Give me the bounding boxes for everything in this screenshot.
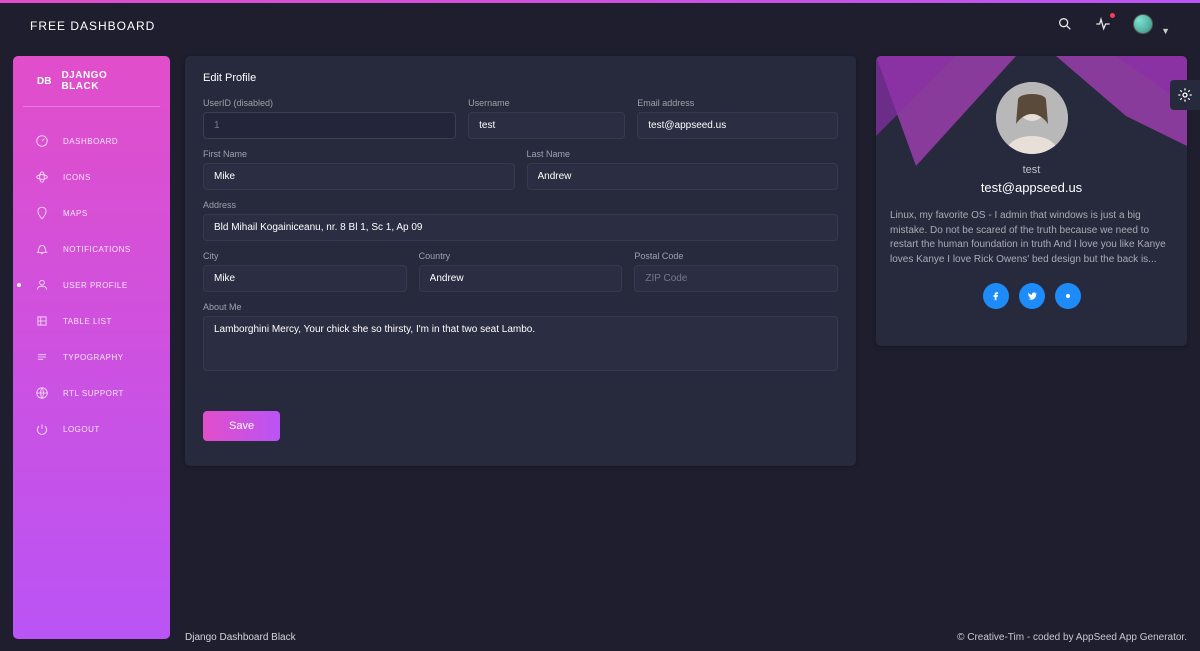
power-icon bbox=[35, 422, 49, 436]
twitter-button[interactable] bbox=[1019, 283, 1045, 309]
postal-field[interactable] bbox=[634, 265, 838, 292]
sidebar-item-label: TYPOGRAPHY bbox=[63, 353, 124, 362]
profile-card: test test@appseed.us Linux, my favorite … bbox=[876, 56, 1187, 346]
sidebar-item-label: ICONS bbox=[63, 173, 91, 182]
sidebar-brand[interactable]: DB DJANGO BLACK bbox=[23, 70, 160, 107]
profile-description: Linux, my favorite OS - I admin that win… bbox=[890, 209, 1173, 267]
sidebar-item-label: RTL SUPPORT bbox=[63, 389, 124, 398]
sidebar-item-user-profile[interactable]: USER PROFILE bbox=[13, 267, 170, 303]
footer-right: © Creative-Tim - coded by AppSeed App Ge… bbox=[957, 632, 1187, 643]
sidebar-item-icons[interactable]: ICONS bbox=[13, 159, 170, 195]
notification-dot bbox=[1110, 13, 1115, 18]
footer-left: Django Dashboard Black bbox=[185, 632, 296, 643]
sidebar-item-notifications[interactable]: NOTIFICATIONS bbox=[13, 231, 170, 267]
avatar bbox=[1133, 14, 1153, 34]
sidebar-item-label: NOTIFICATIONS bbox=[63, 245, 131, 254]
sidebar-item-dashboard[interactable]: DASHBOARD bbox=[13, 123, 170, 159]
profile-avatar bbox=[996, 82, 1068, 154]
label-country: Country bbox=[419, 251, 623, 261]
lastname-field[interactable] bbox=[527, 163, 839, 190]
userid-field bbox=[203, 112, 456, 139]
label-firstname: First Name bbox=[203, 149, 515, 159]
sidebar-item-label: TABLE LIST bbox=[63, 317, 112, 326]
label-city: City bbox=[203, 251, 407, 261]
globe-icon bbox=[35, 386, 49, 400]
sidebar-item-label: USER PROFILE bbox=[63, 281, 128, 290]
sidebar-item-label: MAPS bbox=[63, 209, 88, 218]
label-about: About Me bbox=[203, 302, 838, 312]
label-userid: UserID (disabled) bbox=[203, 98, 456, 108]
gear-icon bbox=[1177, 87, 1193, 103]
user-menu[interactable]: ▼ bbox=[1133, 14, 1170, 39]
puzzle-icon bbox=[35, 314, 49, 328]
edit-profile-card: Edit Profile UserID (disabled) Username … bbox=[185, 56, 856, 466]
chevron-down-icon: ▼ bbox=[1161, 26, 1170, 36]
profile-email: test@appseed.us bbox=[890, 180, 1173, 195]
firstname-field[interactable] bbox=[203, 163, 515, 190]
sidebar-item-logout[interactable]: LOGOUT bbox=[13, 411, 170, 447]
label-email: Email address bbox=[637, 98, 838, 108]
save-button[interactable]: Save bbox=[203, 411, 280, 441]
sidebar: DB DJANGO BLACK DASHBOARD ICONS MAPS NOT… bbox=[13, 56, 170, 639]
brand-title: FREE DASHBOARD bbox=[30, 19, 155, 33]
bell-icon bbox=[35, 242, 49, 256]
sidebar-logo-short: DB bbox=[37, 76, 51, 87]
sidebar-item-label: DASHBOARD bbox=[63, 137, 118, 146]
text-icon bbox=[35, 350, 49, 364]
user-icon bbox=[35, 278, 49, 292]
google-button[interactable] bbox=[1055, 283, 1081, 309]
search-icon[interactable] bbox=[1057, 16, 1073, 37]
label-lastname: Last Name bbox=[527, 149, 839, 159]
country-field[interactable] bbox=[419, 265, 623, 292]
sidebar-logo-text: DJANGO BLACK bbox=[61, 70, 146, 92]
card-title: Edit Profile bbox=[203, 72, 838, 84]
address-field[interactable] bbox=[203, 214, 838, 241]
city-field[interactable] bbox=[203, 265, 407, 292]
atom-icon bbox=[35, 170, 49, 184]
settings-tab[interactable] bbox=[1170, 80, 1200, 110]
header: FREE DASHBOARD ▼ bbox=[0, 3, 1200, 49]
label-address: Address bbox=[203, 200, 838, 210]
sidebar-item-rtl[interactable]: RTL SUPPORT bbox=[13, 375, 170, 411]
sidebar-item-label: LOGOUT bbox=[63, 425, 100, 434]
label-username: Username bbox=[468, 98, 625, 108]
username-field[interactable] bbox=[468, 112, 625, 139]
facebook-button[interactable] bbox=[983, 283, 1009, 309]
sidebar-item-maps[interactable]: MAPS bbox=[13, 195, 170, 231]
profile-name: test bbox=[890, 164, 1173, 176]
pin-icon bbox=[35, 206, 49, 220]
activity-icon[interactable] bbox=[1095, 16, 1111, 37]
sidebar-item-typography[interactable]: TYPOGRAPHY bbox=[13, 339, 170, 375]
email-field[interactable] bbox=[637, 112, 838, 139]
gauge-icon bbox=[35, 134, 49, 148]
label-postal: Postal Code bbox=[634, 251, 838, 261]
about-field[interactable]: Lamborghini Mercy, Your chick she so thi… bbox=[203, 316, 838, 371]
sidebar-item-table-list[interactable]: TABLE LIST bbox=[13, 303, 170, 339]
